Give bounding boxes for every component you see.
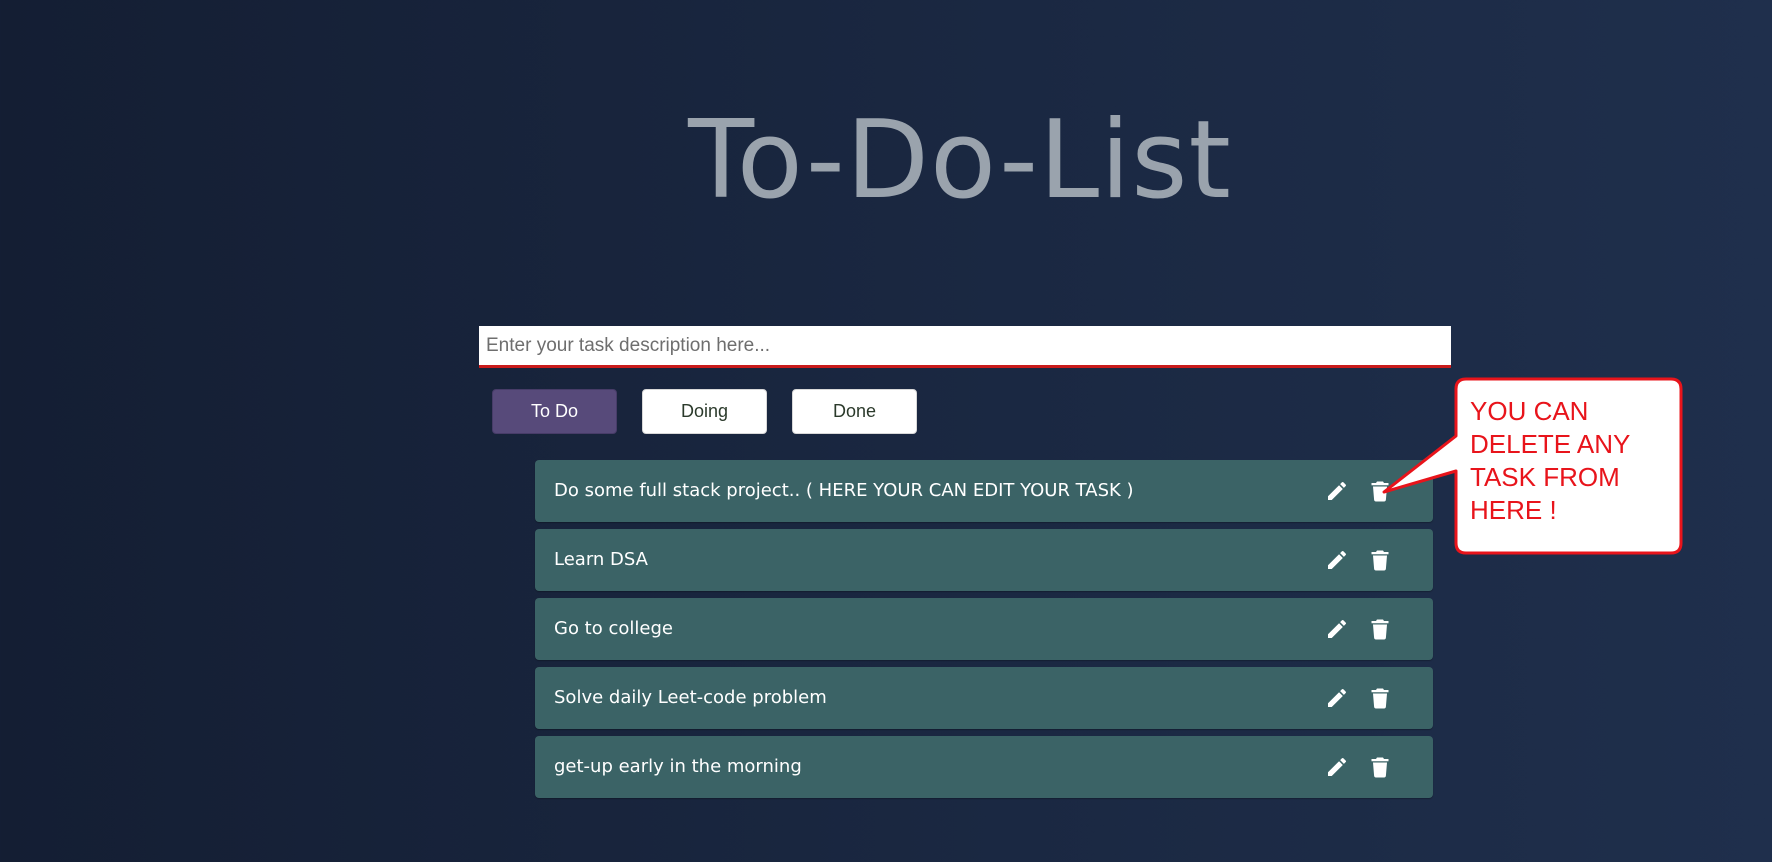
task-item: Solve daily Leet-code problem (535, 667, 1433, 729)
trash-icon[interactable] (1368, 755, 1392, 779)
pencil-icon[interactable] (1325, 686, 1349, 710)
page-title: To-Do-List (688, 98, 1232, 223)
pencil-icon[interactable] (1325, 479, 1349, 503)
pencil-icon[interactable] (1325, 755, 1349, 779)
task-item: Do some full stack project.. ( HERE YOUR… (535, 460, 1433, 522)
task-text: Learn DSA (554, 549, 648, 570)
task-text: Do some full stack project.. ( HERE YOUR… (554, 480, 1134, 501)
annotation-text: YOU CAN DELETE ANY TASK FROM HERE ! (1470, 396, 1630, 525)
task-item: Go to college (535, 598, 1433, 660)
pencil-icon[interactable] (1325, 617, 1349, 641)
task-list: Do some full stack project.. ( HERE YOUR… (535, 460, 1433, 805)
task-text: Solve daily Leet-code problem (554, 687, 827, 708)
task-item: get-up early in the morning (535, 736, 1433, 798)
task-text: get-up early in the morning (554, 756, 802, 777)
task-description-input[interactable] (479, 326, 1451, 368)
filter-todo-button[interactable]: To Do (492, 389, 617, 434)
trash-icon[interactable] (1368, 686, 1392, 710)
trash-icon[interactable] (1368, 617, 1392, 641)
task-text: Go to college (554, 618, 673, 639)
filter-done-button[interactable]: Done (792, 389, 917, 434)
filter-doing-button[interactable]: Doing (642, 389, 767, 434)
pencil-icon[interactable] (1325, 548, 1349, 572)
task-item: Learn DSA (535, 529, 1433, 591)
